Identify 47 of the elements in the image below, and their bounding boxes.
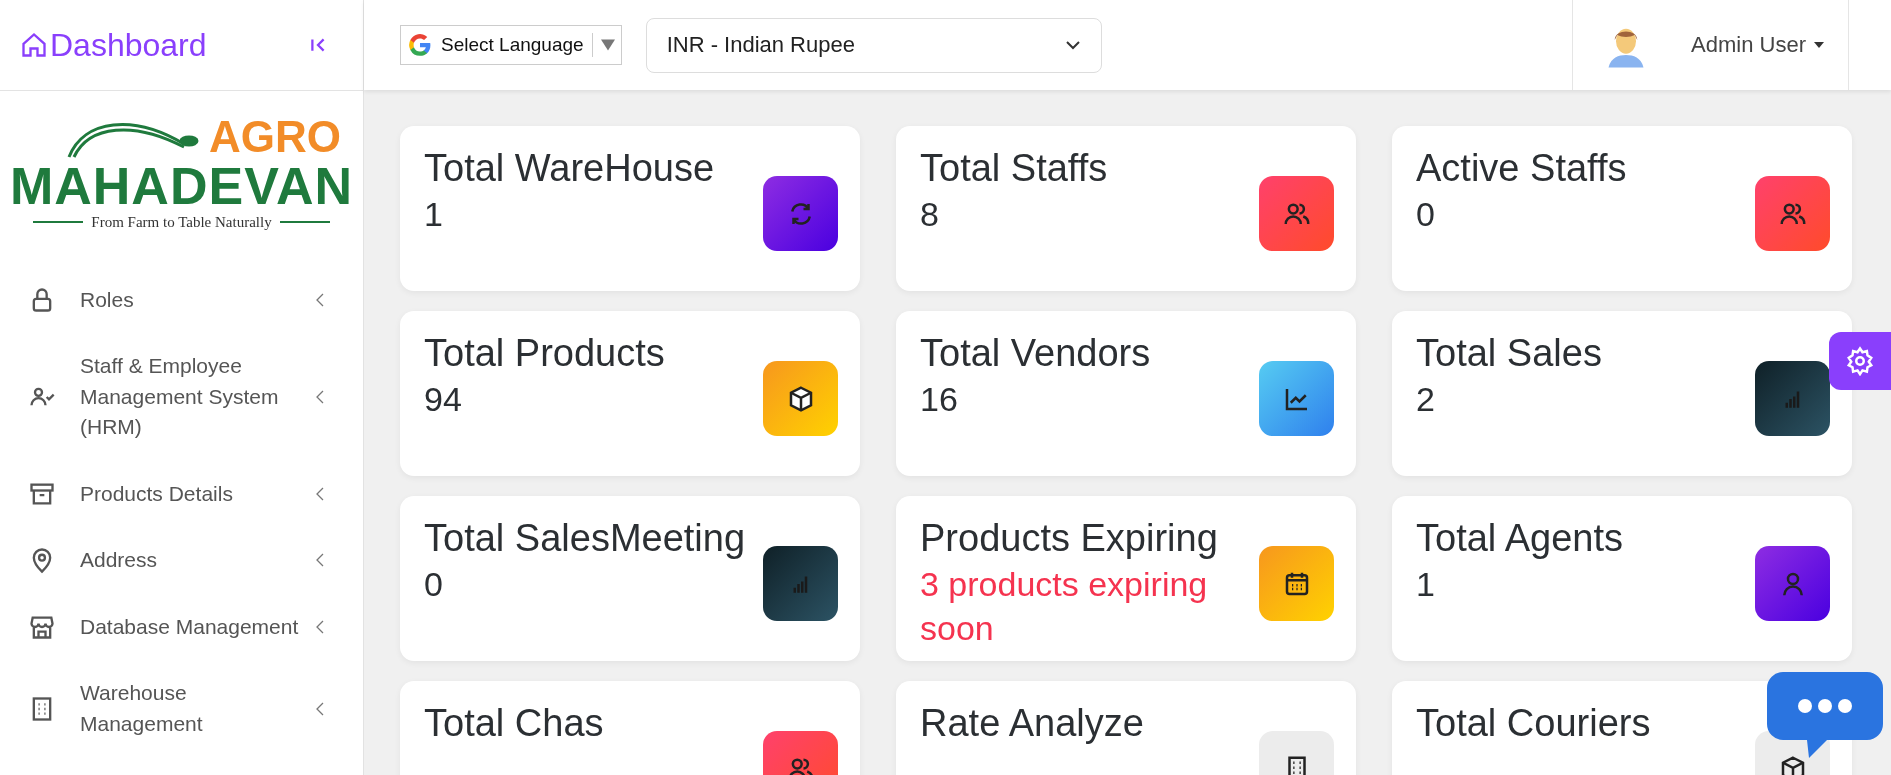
- dropdown-arrow-icon: [600, 39, 615, 51]
- caret-icon: [1814, 42, 1824, 48]
- currency-select[interactable]: INR - Indian Rupee: [645, 17, 1102, 73]
- user-menu[interactable]: Admin User: [1691, 32, 1806, 58]
- collapse-icon[interactable]: [309, 36, 327, 54]
- chevron-icon: [315, 292, 325, 309]
- card-title: Total Sales: [1416, 331, 1603, 376]
- card-value: 0: [1416, 193, 1436, 235]
- menu-item[interactable]: Staff & Employee Management System (HRM): [0, 337, 363, 457]
- card-value: 2: [1416, 378, 1436, 420]
- card-title: Total Staffs: [920, 146, 1109, 191]
- card-value: 8: [920, 193, 940, 235]
- menu-item[interactable]: Address: [0, 531, 363, 590]
- card-title: Active Staffs: [1416, 146, 1628, 191]
- card-title: Total Agents: [1416, 516, 1625, 561]
- menu-item[interactable]: Roles: [0, 271, 363, 330]
- chevron-down-icon: [1064, 40, 1081, 50]
- logo-drawing: AGRO MAHADEVAN From Farm to Table Naturally: [8, 111, 355, 232]
- chat-button[interactable]: [1767, 672, 1883, 758]
- menu-item[interactable]: Database Management: [0, 597, 363, 657]
- card-value: 1: [424, 193, 444, 235]
- card-title: Total Couriers: [1416, 701, 1652, 746]
- card-title: Rate Analyze: [920, 701, 1145, 746]
- menu-item[interactable]: Warehouse Management: [0, 664, 363, 753]
- card-title: Products Expiring: [920, 516, 1219, 561]
- dashboard-link[interactable]: Dashboard: [20, 26, 207, 64]
- chevron-icon: [315, 618, 325, 635]
- chevron-icon: [315, 700, 325, 717]
- card-title: Total SalesMeeting: [424, 516, 747, 561]
- card-title: Total WareHouse: [424, 146, 716, 191]
- g-logo-icon: [407, 32, 433, 58]
- settings-icon: [1845, 346, 1875, 376]
- home-icon: [20, 31, 48, 59]
- card-value: 0: [424, 563, 444, 605]
- chevron-icon: [315, 389, 325, 406]
- language-select[interactable]: Select Language: [400, 25, 622, 65]
- chevron-icon: [315, 485, 325, 502]
- card-value: 3 products expiring soon: [920, 563, 1209, 649]
- card-title: Total Vendors: [920, 331, 1152, 376]
- menu-item[interactable]: Products Details: [0, 464, 363, 524]
- card-value: 1: [1416, 563, 1436, 605]
- settings-button[interactable]: [1829, 332, 1891, 390]
- chevron-icon: [315, 552, 325, 569]
- card-value: 94: [424, 378, 463, 420]
- card-title: Total Chas: [424, 701, 605, 746]
- card-title: Total Products: [424, 331, 666, 376]
- card-value: 16: [920, 378, 959, 420]
